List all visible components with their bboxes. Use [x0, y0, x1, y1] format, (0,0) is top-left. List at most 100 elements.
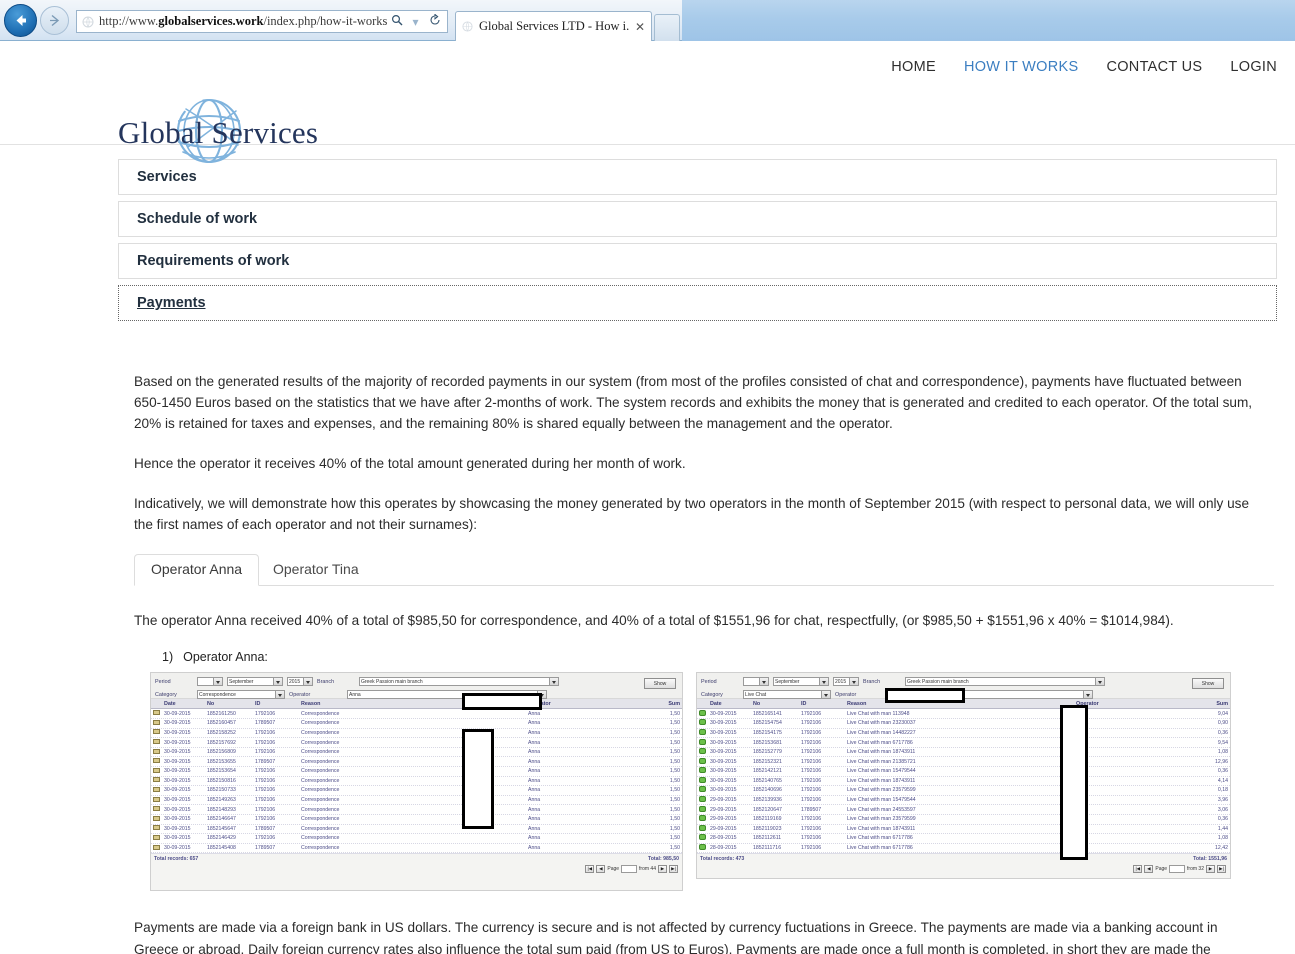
accordion-item-services[interactable]: Services — [118, 159, 1277, 195]
close-icon[interactable]: ✕ — [635, 20, 645, 34]
cell-id: 1792106 — [255, 710, 276, 717]
table-row[interactable]: 30-09-2015 1852145408 1789507 Correspondenc… — [151, 843, 682, 854]
page-input[interactable] — [621, 865, 638, 874]
table-row[interactable]: 30-09-2015 1852149263 1792106 Correspondenc… — [151, 795, 682, 806]
first-page-button[interactable]: |◀ — [585, 865, 595, 874]
table-row[interactable]: 29-09-2015 1852139936 1792106 Live Chat wit… — [697, 795, 1230, 806]
mail-icon — [153, 825, 164, 832]
period-blank-select[interactable] — [743, 677, 769, 687]
table-row[interactable]: 30-09-2015 1852160457 1789507 Correspondenc… — [151, 719, 682, 729]
table-row[interactable]: 30-09-2015 1852152321 1792106 Live Chat wit… — [697, 757, 1230, 767]
column-no: No — [753, 700, 761, 707]
back-arrow-icon[interactable] — [4, 4, 37, 37]
last-page-button[interactable]: ▶| — [669, 865, 678, 874]
cell-date: 30-09-2015 — [710, 758, 737, 765]
table-row[interactable]: 30-09-2015 1852154175 1792106 Live Chat wit… — [697, 728, 1230, 739]
table-row[interactable]: 30-09-2015 1852152779 1792106 Live Chat wit… — [697, 747, 1230, 758]
cell-date: 30-09-2015 — [710, 739, 737, 746]
show-button[interactable]: Show — [1192, 678, 1224, 690]
table-row[interactable]: 30-09-2015 1852146429 1792106 Correspondenc… — [151, 834, 682, 844]
cell-reason: Live Chat with man 6717786 — [847, 845, 913, 852]
new-tab-button[interactable] — [654, 14, 680, 41]
table-row[interactable]: 30-09-2015 1852140765 1792106 Live Chat wit… — [697, 776, 1230, 787]
cell-reason: Live Chat with man 23230037 — [847, 720, 916, 727]
chevron-down-icon[interactable]: ▾ — [406, 15, 425, 29]
period-year-select[interactable]: 2015 — [287, 677, 313, 687]
cell-operator: Anna — [528, 845, 541, 852]
table-row[interactable]: 29-09-2015 1852120647 1789507 Live Chat wit… — [697, 805, 1230, 815]
chevron-down-icon — [852, 681, 856, 685]
cell-sum: 1,50 — [669, 768, 680, 775]
accordion: Services Schedule of work Requirements o… — [118, 159, 1277, 954]
tab-operator-anna[interactable]: Operator Anna — [134, 554, 260, 587]
table-row[interactable]: 30-09-2015 1852161250 1792106 Correspondenc… — [151, 709, 682, 720]
table-row[interactable]: 30-09-2015 1852142121 1792106 Live Chat wit… — [697, 767, 1230, 777]
site-logo[interactable]: Global Services — [118, 96, 318, 164]
address-bar[interactable]: http://www.globalservices.work/index.php… — [76, 10, 448, 33]
cell-no: 1852154754 — [753, 720, 782, 727]
correspondence-report-screenshot: Period September 2015 Branch Greek Passi… — [150, 672, 683, 892]
table-row[interactable]: 30-09-2015 1852150733 1792106 Correspondenc… — [151, 786, 682, 796]
browser-chrome: http://www.globalservices.work/index.php… — [0, 0, 1295, 41]
cell-operator: Anna — [1076, 845, 1194, 851]
accordion-item-payments[interactable]: Payments — [118, 285, 1277, 321]
search-icon[interactable] — [387, 14, 406, 29]
table-row[interactable]: 29-09-2015 1852119169 1792106 Live Chat wit… — [697, 814, 1230, 825]
category-label: Category — [701, 691, 723, 698]
nav-item-home[interactable]: HOME — [891, 59, 936, 75]
period-month-select[interactable]: September — [773, 677, 829, 687]
table-row[interactable]: 30-09-2015 1852156809 1792106 Correspondenc… — [151, 747, 682, 758]
table-row[interactable]: 30-09-2015 1852153681 1792106 Live Chat wit… — [697, 738, 1230, 748]
tab-operator-tina[interactable]: Operator Tina — [256, 554, 376, 586]
table-row[interactable]: 30-09-2015 1852146647 1792106 Correspondenc… — [151, 814, 682, 825]
table-row[interactable]: 30-09-2015 1852140696 1792106 Live Chat wit… — [697, 786, 1230, 796]
cell-date: 30-09-2015 — [164, 845, 191, 852]
cell-reason: Correspondence — [301, 845, 340, 852]
branch-select[interactable]: Greek Passion main branch — [905, 677, 1105, 687]
accordion-item-schedule-of-work[interactable]: Schedule of work — [118, 201, 1277, 237]
cell-no: 1852145647 — [207, 825, 236, 832]
last-page-button[interactable]: ▶| — [1217, 865, 1226, 874]
mail-icon — [153, 710, 164, 717]
next-page-button[interactable]: ▶ — [1206, 865, 1215, 874]
chevron-down-icon — [762, 681, 766, 685]
category-select[interactable]: Correspondence — [197, 690, 285, 700]
browser-tab[interactable]: Global Services LTD - How i... ✕ — [455, 11, 652, 41]
nav-item-contact-us[interactable]: CONTACT US — [1106, 59, 1202, 75]
table-row[interactable]: 30-09-2015 1852153655 1789507 Correspondenc… — [151, 757, 682, 767]
mail-icon — [153, 844, 164, 852]
period-blank-select[interactable] — [197, 677, 223, 687]
table-row[interactable]: 30-09-2015 1852157692 1792106 Correspondenc… — [151, 738, 682, 748]
table-row[interactable]: 30-09-2015 1852165141 1792106 Live Chat wit… — [697, 709, 1230, 720]
nav-item-how-it-works[interactable]: HOW IT WORKS — [964, 59, 1079, 75]
table-row[interactable]: 30-09-2015 1852148293 1792106 Correspondenc… — [151, 805, 682, 815]
browser-toolbar: http://www.globalservices.work/index.php… — [0, 0, 682, 41]
table-row[interactable]: 30-09-2015 1852154754 1792106 Live Chat wit… — [697, 719, 1230, 729]
nav-item-login[interactable]: LOGIN — [1230, 59, 1277, 75]
period-month-select[interactable]: September — [227, 677, 283, 687]
table-row[interactable]: 28-09-2015 1852111716 1792106 Live Chat wit… — [697, 843, 1230, 854]
cell-date: 30-09-2015 — [164, 816, 191, 823]
next-page-button[interactable]: ▶ — [658, 865, 667, 874]
prev-page-button[interactable]: ◀ — [596, 865, 606, 874]
branch-select[interactable]: Greek Passion main branch — [359, 677, 559, 687]
cell-operator: Anna — [1076, 759, 1194, 765]
table-row[interactable]: 30-09-2015 1852145647 1789507 Correspondenc… — [151, 824, 682, 835]
cell-reason: Correspondence — [301, 835, 340, 842]
accordion-item-requirements-of-work[interactable]: Requirements of work — [118, 243, 1277, 279]
table-row[interactable]: 29-09-2015 1852119023 1792106 Live Chat wit… — [697, 824, 1230, 835]
forward-arrow-icon[interactable] — [40, 6, 69, 35]
cell-operator: Anna — [528, 720, 541, 727]
table-row[interactable]: 30-09-2015 1852158252 1792106 Correspondenc… — [151, 728, 682, 739]
period-year-select[interactable]: 2015 — [833, 677, 859, 687]
category-select[interactable]: Live Chat — [743, 690, 831, 700]
page-input[interactable] — [1169, 865, 1186, 874]
refresh-icon[interactable] — [425, 13, 444, 29]
table-row[interactable]: 30-09-2015 1852150816 1792106 Correspondenc… — [151, 776, 682, 787]
table-row[interactable]: 30-09-2015 1852153654 1792106 Correspondenc… — [151, 767, 682, 777]
table-row[interactable]: 28-09-2015 1852112611 1792106 Live Chat wit… — [697, 834, 1230, 844]
first-page-button[interactable]: |◀ — [1133, 865, 1143, 874]
cell-date: 30-09-2015 — [164, 806, 191, 813]
prev-page-button[interactable]: ◀ — [1144, 865, 1154, 874]
show-button[interactable]: Show — [644, 678, 676, 690]
